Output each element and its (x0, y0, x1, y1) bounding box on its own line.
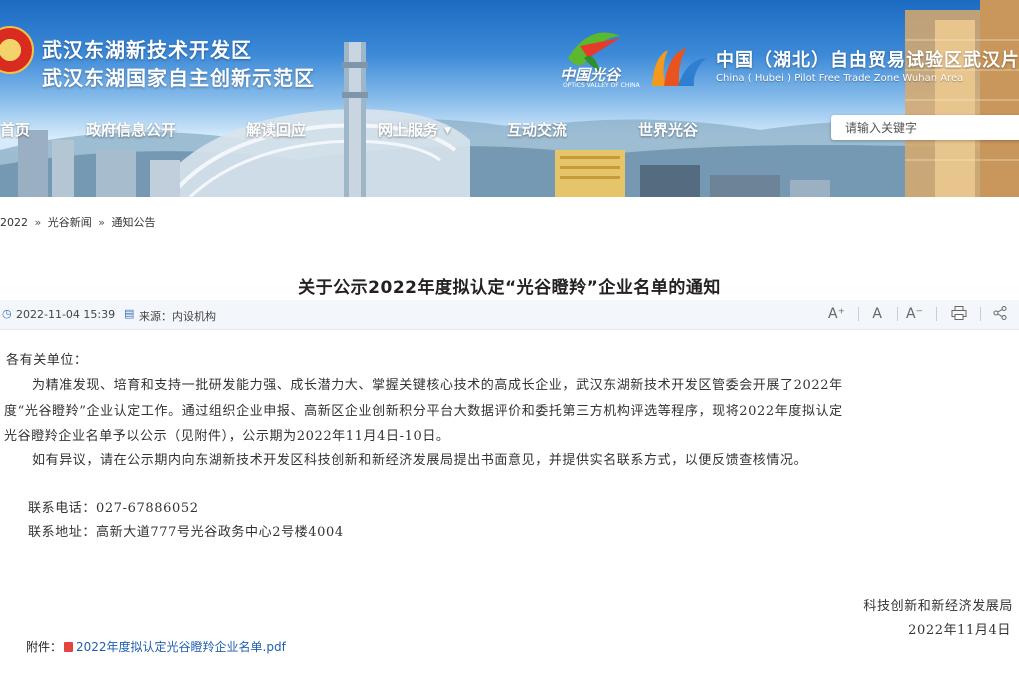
breadcrumb-ovc-news[interactable]: 光谷新闻 (48, 216, 92, 229)
pdf-icon (64, 642, 74, 652)
optics-valley-logo-subtext: OPTICS VALLEY OF CHINA (563, 82, 640, 89)
breadcrumb-notices[interactable]: 通知公告 (111, 216, 155, 229)
search-box (831, 115, 1019, 140)
contact-address: 联系地址：高新大道777号光谷政务中心2号楼4004 (28, 525, 344, 540)
article-title: 关于公示2022年度拟认定“光谷瞪羚”企业名单的通知 (298, 278, 721, 298)
source-icon: ▤ (124, 307, 135, 320)
divider (858, 307, 859, 321)
divider (897, 307, 898, 321)
ftz-title: 中国（湖北）自由贸易试验区武汉片 (716, 50, 1019, 71)
breadcrumb-separator: » (98, 216, 105, 229)
nav-online-services-label: 网上服务 (378, 121, 439, 139)
article-meta-bar: ◷ 2022-11-04 15:39 ▤ 来源：内设机构 A⁺ A A⁻ (0, 300, 1019, 330)
nav-interpretation[interactable]: 解读回应 (246, 119, 306, 140)
share-icon[interactable] (993, 306, 1007, 324)
greeting: 各有关单位： (6, 353, 88, 368)
breadcrumb-year[interactable]: 2022 (0, 216, 28, 229)
nav-interaction[interactable]: 互动交流 (507, 119, 567, 140)
nav-gov-info[interactable]: 政府信息公开 (86, 119, 176, 140)
paragraph-1-line-1: 为精准发现、培育和支持一批研发能力强、成长潜力大、掌握关键核心技术的高成长企业，… (32, 378, 843, 393)
site-title-line2: 武汉东湖国家自主创新示范区 (42, 66, 315, 90)
attachment-label: 附件： (26, 640, 63, 654)
attachment-link[interactable]: 2022年度拟认定光谷瞪羚企业名单.pdf (76, 640, 286, 654)
breadcrumb-separator: » (34, 216, 42, 229)
attachment: 附件： 2022年度拟认定光谷瞪羚企业名单.pdf (26, 638, 286, 655)
paragraph-2: 如有异议，请在公示期内向东湖新技术开发区科技创新和新经济发展局提出书面意见，并提… (32, 453, 808, 468)
sign-date: 2022年11月4日 (908, 623, 1011, 638)
city-skyline-illustration (0, 0, 1019, 197)
publish-date: 2022-11-04 15:39 (16, 308, 116, 321)
font-reset-button[interactable]: A (872, 306, 882, 322)
search-input[interactable] (831, 115, 1015, 140)
header-banner: 武汉东湖新技术开发区 武汉东湖国家自主创新示范区 中国光谷 OPTICS VAL… (0, 0, 1019, 197)
nav-world-ovc[interactable]: 世界光谷 (638, 119, 698, 140)
print-icon[interactable] (951, 306, 967, 324)
article-source: 来源：内设机构 (139, 310, 216, 323)
font-increase-button[interactable]: A⁺ (828, 306, 845, 322)
caret-down-icon: ▼ (444, 125, 451, 136)
breadcrumb: 2022 » 光谷新闻 » 通知公告 (0, 214, 155, 230)
paragraph-1-line-3: 光谷瞪羚企业名单予以公示（见附件），公示期为2022年11月4日-10日。 (4, 429, 450, 444)
font-decrease-button[interactable]: A⁻ (906, 306, 923, 322)
nav-online-services[interactable]: 网上服务 ▼ (378, 119, 451, 140)
divider (980, 307, 981, 321)
contact-phone: 联系电话：027-67886052 (28, 501, 199, 516)
nav-home[interactable]: 首页 (0, 119, 30, 140)
divider (936, 307, 937, 321)
signature: 科技创新和新经济发展局 (863, 599, 1013, 614)
ftz-subtitle: China ( Hubei ) Pilot Free Trade Zone Wu… (716, 73, 964, 84)
clock-icon: ◷ (2, 307, 12, 320)
site-title-line1: 武汉东湖新技术开发区 (42, 38, 252, 62)
paragraph-1-line-2: 度“光谷瞪羚”企业认定工作。通过组织企业申报、高新区企业创新积分平台大数据评价和… (4, 404, 843, 419)
